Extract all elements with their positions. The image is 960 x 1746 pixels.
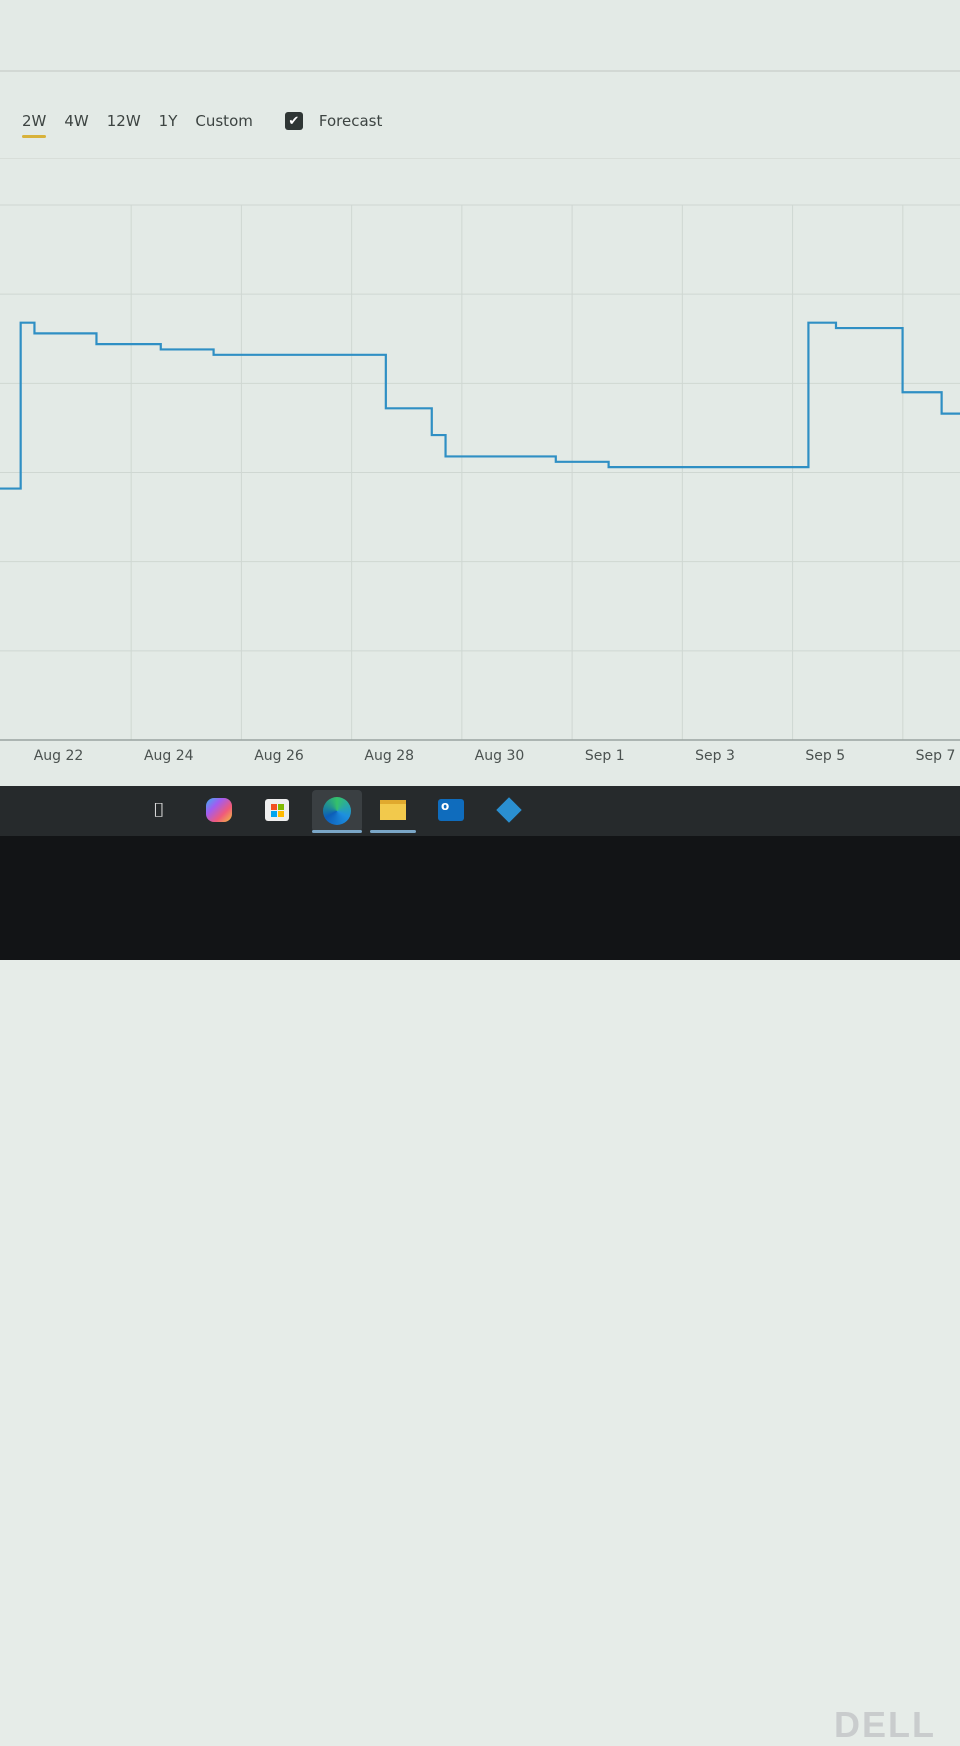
- x-tick-label: Aug 22: [34, 748, 84, 764]
- divider: [0, 158, 960, 159]
- x-tick-label: Sep 7: [916, 748, 956, 764]
- range-custom[interactable]: Custom: [195, 112, 252, 136]
- running-indicator: [312, 830, 362, 833]
- x-tick-label: Aug 28: [364, 748, 414, 764]
- x-tick-label: Aug 30: [475, 748, 525, 764]
- screen: 2W 4W 12W 1Y Custom ✔ Forecast Aug 22Aug…: [0, 0, 960, 790]
- x-tick-label: Aug 26: [254, 748, 304, 764]
- forecast-label: Forecast: [319, 112, 382, 130]
- x-tick-label: Aug 24: [144, 748, 194, 764]
- x-tick-label: Sep 5: [805, 748, 845, 764]
- forecast-toggle[interactable]: ✔ Forecast: [285, 112, 382, 136]
- edge-icon[interactable]: [312, 790, 362, 832]
- range-2w[interactable]: 2W: [22, 112, 46, 136]
- app-icon[interactable]: [494, 795, 524, 825]
- range-4w[interactable]: 4W: [64, 112, 88, 136]
- line-chart: Aug 22 Aug 24 Aug 26 Aug 28 Aug 30 Sep 1 Sep 3…: [0, 190, 960, 780]
- checkbox-checked-icon[interactable]: ✔: [285, 112, 303, 130]
- divider: [0, 70, 960, 72]
- range-12w[interactable]: 12W: [107, 112, 141, 136]
- copilot-icon[interactable]: [204, 795, 234, 825]
- task-view-icon[interactable]: ⌷: [144, 795, 174, 825]
- running-indicator: [370, 830, 416, 833]
- store-icon[interactable]: [262, 795, 292, 825]
- x-tick-label: Sep 1: [585, 748, 625, 764]
- series-line: [0, 323, 960, 489]
- dell-logo: DELL: [834, 1704, 936, 1746]
- x-tick-label: Sep 3: [695, 748, 735, 764]
- range-selector: 2W 4W 12W 1Y Custom ✔ Forecast: [22, 112, 382, 136]
- monitor-bezel: DELL: [0, 836, 960, 960]
- file-explorer-icon[interactable]: [378, 795, 408, 825]
- outlook-icon[interactable]: o: [436, 795, 466, 825]
- range-1y[interactable]: 1Y: [159, 112, 178, 136]
